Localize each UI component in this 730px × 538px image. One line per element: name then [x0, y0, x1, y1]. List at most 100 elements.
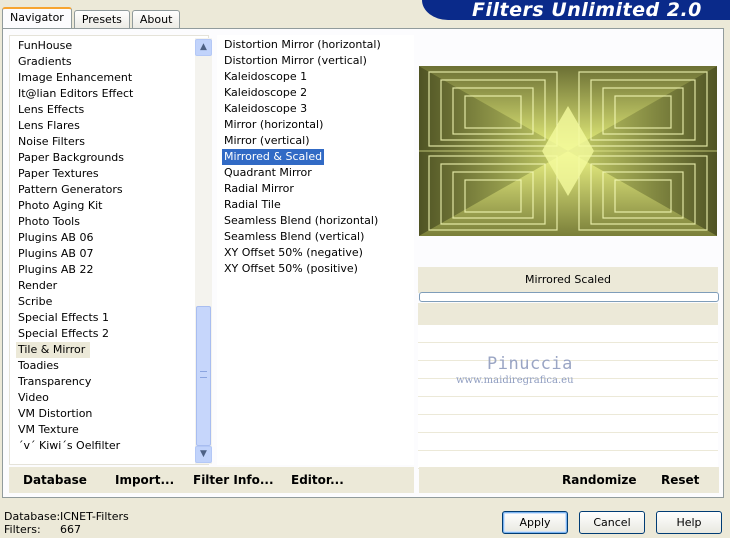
filter-item[interactable]: Mirror (horizontal) — [222, 117, 383, 133]
cancel-button[interactable]: Cancel — [579, 511, 645, 534]
category-item[interactable]: Paper Backgrounds — [16, 150, 196, 166]
category-items: FunHouse Gradients Image Enhancement It@lia… — [16, 38, 196, 454]
randomize-button[interactable]: Randomize — [562, 473, 636, 487]
category-item-label: Video — [18, 391, 49, 404]
filter-item-label: Distortion Mirror (vertical) — [224, 54, 367, 67]
tab-presets[interactable]: Presets — [73, 10, 130, 28]
help-button[interactable]: Help — [656, 511, 722, 534]
filter-item[interactable]: Quadrant Mirror — [222, 165, 383, 181]
category-item-label: VM Distortion — [18, 407, 93, 420]
category-item-label: Transparency — [18, 375, 92, 388]
reset-button[interactable]: Reset — [661, 473, 699, 487]
category-item[interactable]: Tile & Mirror — [16, 342, 196, 358]
category-item-label: Photo Tools — [18, 215, 80, 228]
tab-about[interactable]: About — [131, 10, 181, 28]
category-item[interactable]: Noise Filters — [16, 134, 196, 150]
status-filters-value: 667 — [60, 523, 81, 536]
category-item[interactable]: ´v´ Kiwi´s Oelfilter — [16, 438, 196, 454]
category-item-label: ´v´ Kiwi´s Oelfilter — [18, 439, 121, 452]
category-item[interactable]: VM Distortion — [16, 406, 196, 422]
watermark-name: Pinuccia — [487, 354, 573, 374]
filter-item-label: Mirror (horizontal) — [224, 118, 324, 131]
progress-bar — [419, 292, 719, 302]
category-item-label: Plugins AB 06 — [18, 231, 94, 244]
category-item-label: Plugins AB 07 — [18, 247, 94, 260]
category-scrollbar[interactable]: ▲ ▼ — [195, 38, 212, 464]
filter-item[interactable]: Distortion Mirror (horizontal) — [222, 37, 383, 53]
effect-name-label: Mirrored Scaled — [418, 267, 718, 293]
category-item[interactable]: FunHouse — [16, 38, 196, 54]
category-item-label: FunHouse — [18, 39, 73, 52]
filter-item-label: Seamless Blend (horizontal) — [224, 214, 379, 227]
filter-item[interactable]: Radial Tile — [222, 197, 383, 213]
filter-item[interactable]: XY Offset 50% (positive) — [222, 261, 383, 277]
apply-button[interactable]: Apply — [502, 511, 568, 534]
filter-item[interactable]: Kaleidoscope 2 — [222, 85, 383, 101]
filter-info-button[interactable]: Filter Info... — [193, 473, 274, 487]
category-item[interactable]: Transparency — [16, 374, 196, 390]
status-database-value: ICNET-Filters — [60, 510, 129, 523]
category-item[interactable]: Video — [16, 390, 196, 406]
filter-item-label: Kaleidoscope 2 — [224, 86, 308, 99]
scroll-down-button[interactable]: ▼ — [195, 446, 212, 463]
category-item-label: Special Effects 1 — [18, 311, 110, 324]
filter-item[interactable]: Mirrored & Scaled — [222, 149, 383, 165]
filter-items: Distortion Mirror (horizontal) Distortion… — [222, 37, 383, 277]
scrollbar-thumb[interactable] — [196, 306, 211, 446]
filter-item[interactable]: Distortion Mirror (vertical) — [222, 53, 383, 69]
import-button[interactable]: Import... — [115, 473, 174, 487]
editor-button[interactable]: Editor... — [291, 473, 344, 487]
filter-item[interactable]: Mirror (vertical) — [222, 133, 383, 149]
category-item[interactable]: Plugins AB 06 — [16, 230, 196, 246]
tab-bar: Navigator Presets About — [2, 7, 182, 28]
category-item[interactable]: Photo Tools — [16, 214, 196, 230]
parameter-row[interactable] — [418, 325, 718, 343]
status-filters-key: Filters: — [4, 523, 41, 536]
status-database-key: Database: — [4, 510, 61, 523]
category-item[interactable]: Plugins AB 22 — [16, 262, 196, 278]
category-item[interactable]: It@lian Editors Effect — [16, 86, 196, 102]
category-item[interactable]: Plugins AB 07 — [16, 246, 196, 262]
filter-item[interactable]: Seamless Blend (vertical) — [222, 229, 383, 245]
parameter-header — [418, 303, 718, 325]
category-item[interactable]: Photo Aging Kit — [16, 198, 196, 214]
category-item[interactable]: Special Effects 1 — [16, 310, 196, 326]
category-item[interactable]: Image Enhancement — [16, 70, 196, 86]
category-item[interactable]: VM Texture — [16, 422, 196, 438]
category-item-label: Image Enhancement — [18, 71, 133, 84]
category-item-label: Toadies — [18, 359, 59, 372]
category-item-label: Scribe — [18, 295, 53, 308]
filter-item[interactable]: Seamless Blend (horizontal) — [222, 213, 383, 229]
parameter-row[interactable] — [418, 397, 718, 415]
parameter-row[interactable] — [418, 415, 718, 433]
filter-list[interactable]: Distortion Mirror (horizontal) Distortion… — [217, 35, 414, 465]
filter-item[interactable]: Kaleidoscope 3 — [222, 101, 383, 117]
filter-item-label: Seamless Blend (vertical) — [224, 230, 365, 243]
category-item[interactable]: Scribe — [16, 294, 196, 310]
filter-item-label: XY Offset 50% (positive) — [224, 262, 358, 275]
category-item[interactable]: Lens Effects — [16, 102, 196, 118]
scroll-up-button[interactable]: ▲ — [195, 39, 212, 56]
category-item[interactable]: Toadies — [16, 358, 196, 374]
category-item[interactable]: Render — [16, 278, 196, 294]
category-item[interactable]: Lens Flares — [16, 118, 196, 134]
parameter-row[interactable] — [418, 433, 718, 451]
filter-item-label: XY Offset 50% (negative) — [224, 246, 363, 259]
category-item[interactable]: Gradients — [16, 54, 196, 70]
filter-item-label: Mirrored & Scaled — [222, 149, 325, 165]
category-item[interactable]: Paper Textures — [16, 166, 196, 182]
filter-item-label: Radial Tile — [224, 198, 281, 211]
database-button[interactable]: Database — [23, 473, 87, 487]
category-item[interactable]: Special Effects 2 — [16, 326, 196, 342]
filter-item-label: Kaleidoscope 1 — [224, 70, 308, 83]
tab-navigator[interactable]: Navigator — [2, 7, 72, 28]
category-item-label: Noise Filters — [18, 135, 85, 148]
category-item-label: Pattern Generators — [18, 183, 123, 196]
filter-item[interactable]: Kaleidoscope 1 — [222, 69, 383, 85]
grip-icon — [200, 371, 207, 378]
category-item[interactable]: Pattern Generators — [16, 182, 196, 198]
filter-item[interactable]: Radial Mirror — [222, 181, 383, 197]
filter-item[interactable]: XY Offset 50% (negative) — [222, 245, 383, 261]
chevron-up-icon: ▲ — [200, 42, 207, 52]
category-list[interactable]: FunHouse Gradients Image Enhancement It@lia… — [9, 35, 212, 465]
